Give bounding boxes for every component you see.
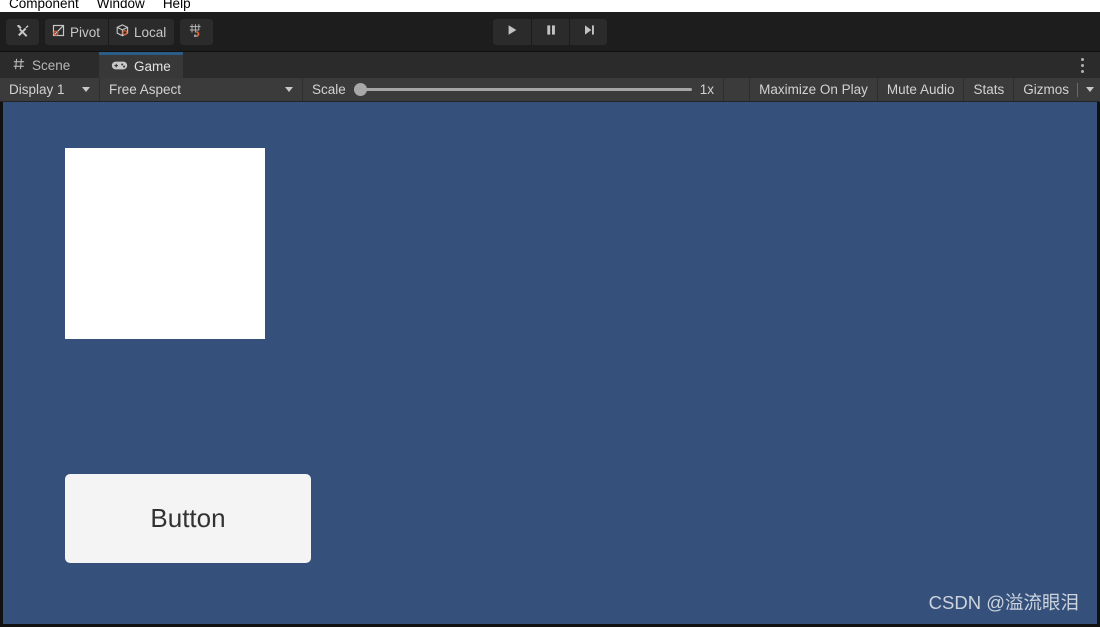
menu-item-window[interactable]: Window	[88, 0, 154, 12]
game-viewport: Button CSDN @溢流眼泪	[0, 102, 1100, 627]
grid-magnet-snap-icon	[188, 22, 205, 42]
scale-value: 1x	[699, 82, 714, 97]
step-button[interactable]	[569, 19, 607, 45]
menu-bar: Component Window Help	[0, 0, 1100, 12]
pivot-label: Pivot	[70, 24, 101, 40]
game-canvas[interactable]: Button CSDN @溢流眼泪	[3, 102, 1097, 624]
control-bar-spacer	[724, 78, 751, 101]
stats-toggle[interactable]: Stats	[964, 78, 1015, 101]
step-forward-icon	[582, 23, 596, 42]
tab-scene[interactable]: Scene	[0, 52, 83, 78]
toolbar-left-group: Pivot Local	[6, 19, 214, 45]
display-dropdown[interactable]: Display 1	[0, 78, 100, 101]
chevron-down-icon	[1086, 87, 1094, 92]
mute-audio-toggle[interactable]: Mute Audio	[878, 78, 965, 101]
play-controls-group	[493, 19, 607, 45]
tab-game-label: Game	[134, 59, 171, 74]
game-gamepad-icon	[111, 59, 128, 75]
scene-grid-icon	[12, 57, 26, 74]
scale-slider-group: Scale 1x	[303, 78, 724, 101]
menu-bar-items: Component Window Help	[0, 0, 200, 12]
local-label: Local	[134, 24, 167, 40]
dot	[1080, 63, 1084, 67]
scale-label: Scale	[312, 82, 346, 97]
chevron-down-icon	[82, 87, 90, 92]
more-vertical-dots-icon[interactable]	[1072, 52, 1092, 78]
display-dropdown-label: Display 1	[9, 82, 65, 97]
main-toolbar: Pivot Local	[0, 12, 1100, 52]
scale-slider[interactable]	[353, 83, 692, 97]
pivot-square-icon	[51, 23, 66, 41]
mute-audio-label: Mute Audio	[886, 82, 955, 97]
pause-icon	[544, 23, 558, 42]
aspect-ratio-dropdown[interactable]: Free Aspect	[100, 78, 303, 101]
local-button[interactable]: Local	[108, 19, 174, 45]
chevron-down-icon	[285, 87, 293, 92]
menu-item-component[interactable]: Component	[0, 0, 88, 12]
scale-slider-knob[interactable]	[353, 83, 367, 96]
ui-button-label: Button	[150, 503, 226, 533]
pivot-button[interactable]: Pivot	[45, 19, 108, 45]
ui-button[interactable]: Button	[65, 474, 311, 563]
play-button[interactable]	[493, 19, 531, 45]
csdn-watermark: CSDN @溢流眼泪	[928, 592, 1079, 613]
tools-button[interactable]	[6, 19, 39, 45]
dot	[1080, 57, 1084, 61]
dot	[1080, 69, 1084, 73]
game-view-control-bar: Display 1 Free Aspect Scale 1x Maximize …	[0, 78, 1100, 102]
view-tab-bar: Scene Game	[0, 52, 1100, 78]
divider	[1077, 82, 1078, 97]
maximize-on-play-toggle[interactable]: Maximize On Play	[750, 78, 878, 101]
pause-button[interactable]	[531, 19, 569, 45]
play-icon	[505, 23, 519, 42]
tab-game[interactable]: Game	[99, 52, 183, 78]
stats-label: Stats	[973, 82, 1005, 97]
gizmos-label: Gizmos	[1023, 82, 1069, 97]
gizmos-dropdown[interactable]: Gizmos	[1014, 78, 1100, 101]
handle-mode-group: Pivot Local	[45, 19, 175, 45]
maximize-on-play-label: Maximize On Play	[759, 82, 868, 97]
menu-item-help[interactable]: Help	[154, 0, 200, 12]
local-cube-icon	[115, 23, 130, 41]
aspect-ratio-label: Free Aspect	[109, 82, 182, 97]
white-ui-panel[interactable]	[65, 148, 265, 339]
scale-slider-track	[353, 88, 692, 91]
grid-snapping-button[interactable]	[180, 19, 214, 45]
tools-wrench-screwdriver-icon	[14, 22, 31, 42]
tab-scene-label: Scene	[32, 57, 71, 73]
unity-editor-window: Component Window Help Pivot Local Scene …	[0, 0, 1100, 627]
